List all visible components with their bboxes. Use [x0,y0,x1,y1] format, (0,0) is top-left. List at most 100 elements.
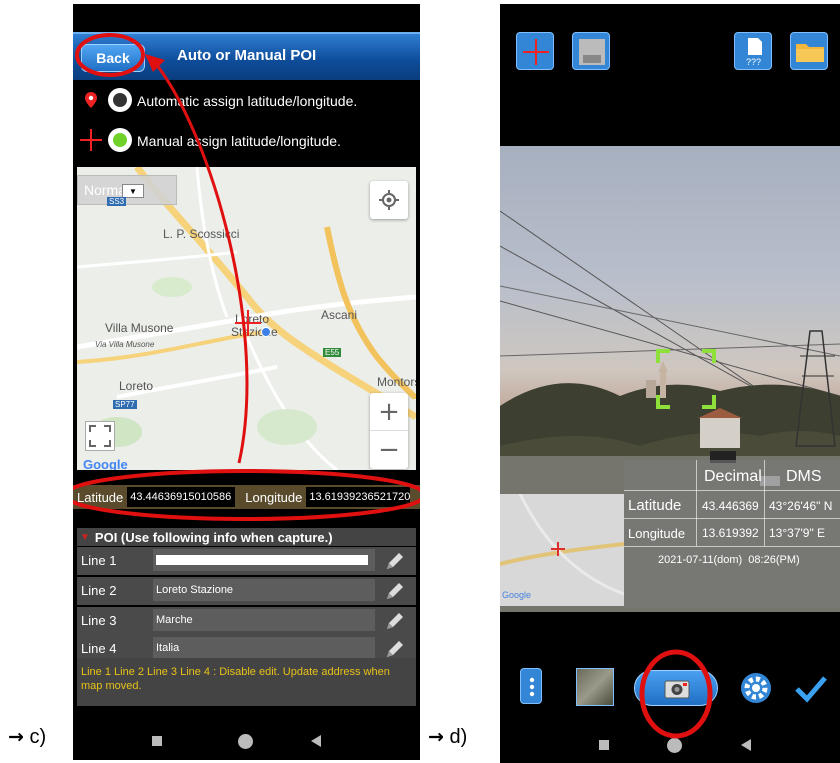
confirm-check-icon[interactable] [794,674,828,704]
poi-line-field[interactable]: Marche [153,609,375,631]
menu-dots-icon[interactable] [520,668,542,704]
pencil-icon[interactable] [384,550,406,572]
bottom-toolbar [500,654,840,720]
inset-google-logo: Google [502,590,532,600]
add-cross-icon[interactable] [516,32,554,70]
pencil-icon[interactable] [384,580,406,602]
file-badge-text: ??? [746,57,762,67]
poi-line-label: Line 2 [81,583,117,598]
map-type-select[interactable]: Normal ▼ [77,175,177,205]
capture-timestamp: 2021-07-11(dom) 08:26(PM) [658,554,800,566]
map-view[interactable]: Normal ▼ SS3 L. P. Scossicci Ascani Vill… [77,167,416,470]
save-disk-icon[interactable] [572,32,610,70]
pencil-icon[interactable] [384,610,406,632]
system-nav-bar [500,719,840,763]
caption-arrow: → [8,726,24,748]
caption-label: d) [449,726,468,748]
app-bar: Back Auto or Manual POI [73,32,420,80]
caption-d: → d) [428,726,467,749]
caption-c: → c) [8,726,46,749]
red-cross-icon [80,129,102,151]
back-button[interactable]: Back [81,44,145,72]
system-nav-bar [73,716,420,760]
road-badge: E55 [323,348,342,357]
my-location-button[interactable] [370,181,408,219]
poi-line-3: Line 3 Marche [77,607,416,635]
caption-arrow: → [428,726,444,748]
place-label: Via Villa Musone [95,340,155,349]
triangle-down-icon: ▼ [80,531,90,543]
header-decimal: Decimal [704,468,762,485]
longitude-label: Longitude [245,489,303,505]
poi-line-value [156,555,368,565]
latitude-value: 43.44636915010586 [127,487,236,507]
fullscreen-button[interactable] [85,421,115,451]
screen-auto-manual-poi: Back Auto or Manual POI Automatic assign… [73,4,420,760]
option-automatic[interactable]: Automatic assign latitude/longitude. [73,82,420,118]
camera-shutter-icon [664,680,690,699]
longitude-label: Longitude [628,526,686,541]
home-icon[interactable] [238,734,253,749]
page-title: Auto or Manual POI [177,47,317,64]
longitude-decimal: 13.619392 [702,526,759,540]
place-label: L. P. Scossicci [163,227,240,241]
road-badge: SP77 [113,400,137,409]
disk-glyph [579,39,605,65]
latitude-label: Latitude [77,489,124,505]
caption-label: c) [29,726,47,748]
option-manual[interactable]: Manual assign latitude/longitude. [73,122,420,158]
poi-note: Line 1 Line 2 Line 3 Line 4 : Disable ed… [77,658,416,706]
poi-line-field[interactable] [153,549,375,571]
radio-automatic[interactable] [108,88,132,112]
coordinates-bar: Latitude 43.44636915010586 Longitude 13.… [73,485,420,509]
option-label: Automatic assign latitude/longitude. [137,93,358,109]
map-pin-icon [85,92,97,108]
camera-shutter-button[interactable] [634,670,718,706]
unknown-file-icon[interactable]: ??? [734,32,772,70]
manual-position-marker [235,310,261,336]
recent-apps-icon[interactable] [599,740,609,750]
longitude-dms: 13°37'9" E [769,526,826,540]
zoom-out-button[interactable]: − [370,431,408,469]
back-nav-icon[interactable] [311,735,321,747]
gallery-thumbnail-icon[interactable] [576,668,614,706]
place-label: Villa Musone [105,321,174,335]
crosshair-icon [379,190,399,210]
zoom-controls: + − [370,393,408,469]
place-label: Loreto [119,379,154,393]
poi-line-1: Line 1 [77,547,416,575]
google-text: Google [83,457,128,470]
option-label: Manual assign latitude/longitude. [137,133,341,149]
road-badge: SS3 [107,197,127,206]
dots-glyph [529,677,535,697]
poi-line-2: Line 2 Loreto Stazione [77,577,416,605]
screen-camera-capture: ??? Google Decimal DMS Latitude 43.44636… [500,4,840,763]
latitude-dms: 43°26'46" N [769,499,833,513]
pencil-icon[interactable] [384,638,406,660]
poi-line-label: Line 3 [81,613,117,628]
radio-manual[interactable] [108,128,132,152]
zoom-in-button[interactable]: + [370,393,408,431]
back-nav-icon[interactable] [741,739,751,751]
poi-line-field[interactable]: Loreto Stazione [153,579,375,601]
poi-line-label: Line 4 [81,641,117,656]
poi-header[interactable]: ▼ POI (Use following info when capture.) [77,528,416,546]
home-icon[interactable] [667,738,682,753]
place-label: Ascani [321,308,358,322]
latitude-label: Latitude [628,497,682,514]
settings-gear-icon[interactable] [738,670,774,706]
expand-icon [89,425,111,447]
poi-line-label: Line 1 [81,553,117,568]
chevron-down-icon: ▼ [122,184,144,198]
viewfinder-brackets [656,349,716,409]
header-dms: DMS [786,468,822,485]
place-label: Montors [377,375,416,389]
poi-line-field[interactable]: Italia [153,637,375,659]
recent-apps-icon[interactable] [152,736,162,746]
folder-icon[interactable] [790,32,828,70]
folder-glyph [796,44,824,62]
inset-map: Google [500,493,625,606]
longitude-value: 13.61939236521720 [306,487,411,507]
cross-glyph [523,39,549,65]
current-location-dot [261,327,271,337]
